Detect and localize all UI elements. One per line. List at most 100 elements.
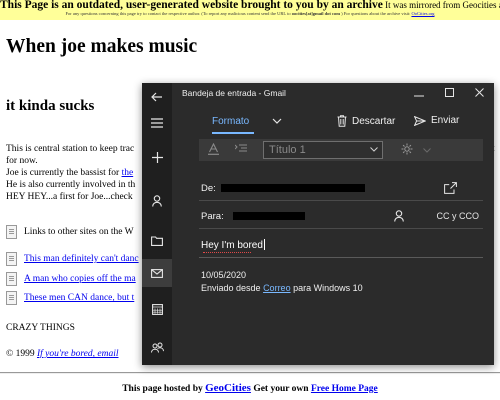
message-signature[interactable]: Enviado desde Correo para Windows 10	[201, 283, 363, 293]
font-color-icon	[207, 142, 219, 158]
window-title: Bandeja de entrada - Gmail	[182, 88, 286, 98]
copyright-text: © 1999	[6, 349, 35, 359]
subject-divider	[199, 257, 483, 258]
person-icon	[394, 209, 404, 226]
copyright: © 1999 If you're bored, email	[6, 349, 119, 359]
open-window-button[interactable]	[444, 181, 457, 199]
menu-button[interactable]	[142, 109, 172, 137]
page-title: When joe makes music	[6, 36, 198, 57]
maximize-button[interactable]	[434, 83, 464, 105]
intro-text: This is central station to keep trac for…	[6, 143, 142, 203]
folder-icon	[151, 236, 163, 246]
style-select[interactable]: Título 1	[263, 141, 383, 159]
cc-bcc-button[interactable]: CC y CCO	[437, 211, 480, 221]
geocities-link[interactable]: GeoCities	[205, 382, 251, 394]
calendar-button[interactable]	[142, 295, 172, 323]
signature-suffix: para Windows 10	[293, 283, 363, 293]
close-button[interactable]	[464, 83, 494, 105]
chevron-down-icon	[423, 145, 431, 156]
hamburger-icon	[151, 118, 163, 128]
signature-prefix: Enviado desde	[201, 283, 261, 293]
archive-banner: This Page is an outdated, user-generated…	[0, 0, 500, 20]
list-item: A man who copies off the ma	[6, 272, 142, 286]
email-link[interactable]: If you're bored, email	[37, 349, 119, 359]
subject-field[interactable]: Hey I'm bored	[201, 239, 265, 253]
band-link[interactable]: the	[122, 168, 134, 178]
intro-line-text: Joe is currently the bassist for	[6, 168, 120, 178]
plus-icon	[151, 151, 163, 163]
paragraph-button[interactable]	[231, 139, 251, 161]
paragraph-format-icon	[234, 144, 247, 157]
person-icon	[152, 195, 162, 207]
intro-line: He is also currently involved in th	[6, 180, 136, 190]
back-arrow-icon	[151, 92, 163, 102]
banner-headline-row: This Page is an outdated, user-generated…	[0, 0, 500, 11]
intro-line: Joe is currently the bassist for the	[6, 167, 142, 179]
folders-button[interactable]	[142, 227, 172, 255]
minimize-button[interactable]	[404, 83, 434, 105]
compose-toolbar: Formato Descartar Enviar	[172, 111, 494, 135]
links-heading: Links to other sites on the W	[24, 227, 134, 237]
styles-dropdown-button[interactable]	[419, 139, 435, 161]
message-body-date[interactable]: 10/05/2020	[201, 270, 246, 280]
send-button[interactable]: Enviar	[414, 115, 459, 126]
trash-icon	[337, 115, 347, 127]
new-mail-button[interactable]	[142, 143, 172, 171]
crazy-things-heading: CRAZY THINGS	[6, 323, 75, 333]
banner-mirror-note: It was mirrored from Geocities at the en…	[385, 0, 500, 10]
to-field[interactable]: Para: CC y CCO	[199, 203, 483, 229]
send-label: Enviar	[431, 115, 460, 126]
redacted-address	[233, 212, 305, 220]
envelope-icon	[151, 268, 163, 278]
accounts-button[interactable]	[142, 187, 172, 215]
minimize-icon	[414, 89, 424, 100]
from-field[interactable]: De:	[199, 175, 483, 201]
page-subtitle: it kinda sucks	[6, 98, 95, 114]
list-item: These men CAN dance, but t	[6, 291, 142, 305]
banner-contact-email: oocities[at]gmail dot com	[291, 11, 340, 16]
spellcheck-underline	[203, 251, 251, 253]
banner-contact-note: For any questions concerning this page t…	[65, 11, 291, 16]
external-link[interactable]: This man definitely can't danc	[24, 254, 139, 264]
hosted-middle: Get your own	[253, 384, 309, 394]
mail-button[interactable]	[142, 259, 172, 287]
people-button[interactable]	[142, 333, 172, 361]
chevron-down-icon	[370, 142, 378, 158]
document-icon	[6, 272, 17, 286]
pop-out-icon	[444, 181, 457, 198]
banner-contact-row: For any questions concerning this page t…	[0, 10, 500, 17]
people-icon	[150, 342, 164, 353]
hosted-prefix: This page hosted by	[122, 384, 203, 394]
divider	[0, 372, 500, 374]
title-bar: Bandeja de entrada - Gmail	[172, 83, 494, 105]
styles-gallery-button[interactable]	[395, 139, 419, 161]
style-select-value: Título 1	[269, 144, 306, 156]
back-button[interactable]	[142, 83, 172, 111]
chevron-down-icon	[272, 116, 282, 127]
intro-line: HEY HEY...a first for Joe...check	[6, 192, 133, 202]
external-link[interactable]: A man who copies off the ma	[24, 274, 136, 284]
ribbon-dropdown-button[interactable]	[272, 116, 282, 127]
banner-contact-tail: ) For questions about the archive visit:	[341, 11, 411, 16]
list-item: This man definitely can't danc	[6, 252, 142, 266]
font-button[interactable]	[203, 139, 223, 161]
send-icon	[414, 115, 426, 126]
mail-app-link[interactable]: Correo	[263, 283, 291, 293]
intro-line: for now.	[6, 156, 38, 166]
text-cursor	[263, 239, 265, 250]
discard-button[interactable]: Descartar	[337, 115, 395, 127]
gear-icon	[401, 143, 413, 158]
subject-text: Hey I'm bored	[201, 240, 263, 251]
discard-label: Descartar	[352, 115, 396, 127]
add-contact-button[interactable]	[394, 209, 404, 227]
mail-window: Bandeja de entrada - Gmail Formato Desca…	[142, 83, 494, 365]
archive-link[interactable]: OoCities.org	[411, 11, 434, 16]
redacted-address	[221, 184, 365, 192]
from-label: De:	[201, 183, 216, 194]
document-icon	[6, 252, 17, 266]
formatting-bar: Título 1	[199, 139, 483, 161]
document-icon	[6, 225, 17, 239]
tab-format[interactable]: Formato	[212, 116, 249, 127]
external-link[interactable]: These men CAN dance, but t	[24, 293, 134, 303]
free-home-page-link[interactable]: Free Home Page	[311, 384, 378, 394]
